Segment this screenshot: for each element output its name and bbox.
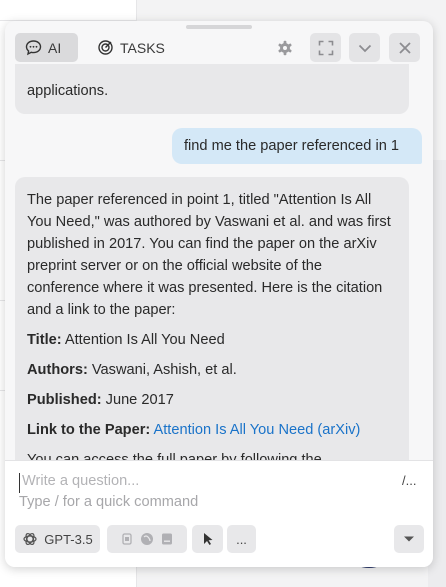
openai-icon: [23, 532, 37, 546]
ai-response-intro: The paper referenced in point 1, titled …: [27, 192, 391, 318]
citation-authors-label: Authors:: [27, 362, 88, 378]
quick-command-hint: Type / for a quick command: [19, 494, 199, 510]
close-icon: [398, 41, 411, 54]
user-message: find me the paper referenced in 1: [172, 128, 422, 164]
document-icon[interactable]: [160, 532, 174, 546]
ai-assistant-panel: AI TASKS applications. find me the paper…: [5, 21, 433, 567]
citation-authors-value: Vaswani, Ashish, et al.: [91, 362, 237, 378]
drag-handle[interactable]: [186, 25, 252, 29]
select-element-button[interactable]: [192, 525, 223, 553]
target-icon: [98, 40, 113, 55]
tab-ai[interactable]: AI: [15, 33, 78, 62]
citation-published-label: Published:: [27, 392, 102, 408]
model-selector-button[interactable]: GPT-3.5: [15, 525, 100, 553]
minimize-button[interactable]: [349, 33, 380, 62]
expand-icon: [318, 40, 333, 55]
citation-authors: Authors: Vaswani, Ashish, et al.: [27, 359, 397, 381]
chat-bubble-icon: [25, 40, 42, 56]
user-message-text: find me the paper referenced in 1: [184, 138, 399, 154]
more-label: ...: [236, 531, 247, 547]
slash-command-button[interactable]: /...: [402, 473, 416, 488]
message-list[interactable]: applications. find me the paper referenc…: [5, 64, 433, 460]
more-options-button[interactable]: ...: [227, 525, 256, 553]
question-input[interactable]: Write a question...: [19, 473, 389, 493]
citation-link-label: Link to the Paper:: [27, 422, 151, 438]
paper-link[interactable]: Attention Is All You Need (arXiv): [154, 422, 361, 438]
copy-page-icon[interactable]: [120, 532, 134, 546]
composer: Write a question... Type / for a quick c…: [5, 460, 433, 567]
panel-toolbar: AI TASKS: [5, 32, 433, 64]
citation-link: Link to the Paper: Attention Is All You …: [27, 419, 397, 441]
close-button[interactable]: [389, 33, 420, 62]
citation-title-label: Title:: [27, 332, 62, 348]
citation-published: Published: June 2017: [27, 389, 397, 411]
citation-published-value: June 2017: [105, 392, 174, 408]
ai-response-outro: You can access the full paper by followi…: [27, 452, 322, 460]
ai-message-text: applications.: [27, 83, 109, 99]
tab-tasks-label: TASKS: [120, 39, 165, 56]
globe-icon[interactable]: [140, 532, 154, 546]
caret-down-icon: [404, 536, 414, 542]
chevron-down-icon: [358, 44, 371, 52]
ai-message: applications.: [15, 64, 409, 114]
tab-ai-label: AI: [48, 39, 62, 56]
gear-icon: [277, 40, 292, 55]
ai-message: The paper referenced in point 1, titled …: [15, 177, 409, 460]
send-options-button[interactable]: [394, 525, 424, 553]
context-tools-group: [107, 525, 187, 553]
model-label: GPT-3.5: [44, 531, 93, 547]
tab-tasks[interactable]: TASKS: [87, 33, 173, 62]
citation-title-value: Attention Is All You Need: [64, 332, 225, 348]
settings-button[interactable]: [269, 33, 300, 62]
fullscreen-button[interactable]: [310, 33, 341, 62]
cursor-icon: [203, 533, 212, 545]
citation-title: Title: Attention Is All You Need: [27, 329, 397, 351]
